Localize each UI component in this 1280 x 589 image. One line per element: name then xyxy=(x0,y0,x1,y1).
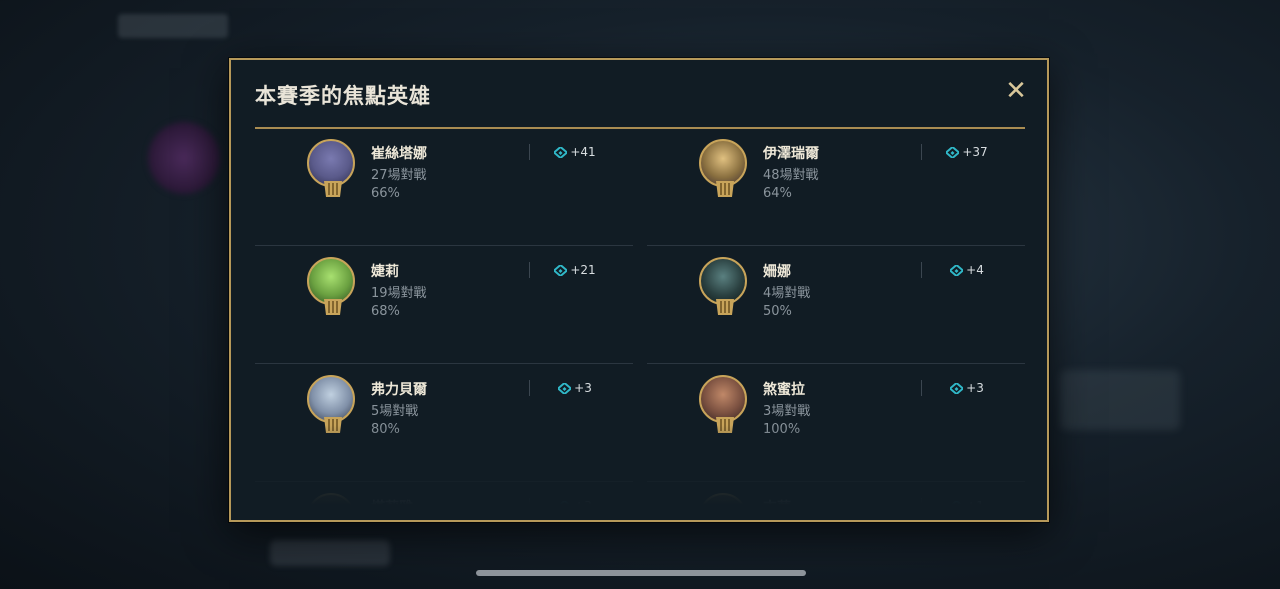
champion-avatar xyxy=(307,257,355,305)
mastery-badge-icon xyxy=(324,417,342,433)
featured-champions-dialog: 本賽季的焦點英雄 ✕ 崔絲塔娜 27場對戰 66% +41 伊澤瑞爾 48場對戰… xyxy=(229,58,1049,522)
champion-games: 19場對戰 xyxy=(371,286,427,301)
champion-win-rate: 50% xyxy=(763,304,792,319)
champion-win-rate: 80% xyxy=(371,422,400,437)
mastery-points-value: +41 xyxy=(570,145,596,159)
champion-avatar xyxy=(307,139,355,187)
mastery-badge-icon xyxy=(324,181,342,197)
vertical-divider xyxy=(529,262,530,278)
champion-avatar xyxy=(307,375,355,423)
mastery-points: +4 xyxy=(935,263,999,277)
background-profile-avatar xyxy=(148,122,220,194)
vertical-divider xyxy=(921,144,922,160)
champion-avatar xyxy=(699,375,747,423)
mastery-points-value: +4 xyxy=(966,263,984,277)
champion-item[interactable]: 塔莉雅 +3 xyxy=(255,483,633,505)
mastery-diamond-icon xyxy=(554,264,568,276)
background-button xyxy=(270,540,390,566)
champion-item[interactable]: 吉茵 +1 xyxy=(647,483,1025,505)
mastery-points: +1 xyxy=(935,499,999,505)
mastery-diamond-icon xyxy=(950,500,964,505)
mastery-diamond-icon xyxy=(946,146,960,158)
champion-name: 伊澤瑞爾 xyxy=(763,146,819,162)
mastery-points-value: +3 xyxy=(574,499,592,505)
champion-win-rate: 100% xyxy=(763,422,801,437)
champion-games: 27場對戰 xyxy=(371,168,427,183)
mastery-diamond-icon xyxy=(950,264,964,276)
mastery-points: +21 xyxy=(543,263,607,277)
champion-avatar xyxy=(699,139,747,187)
champion-item[interactable]: 煞蜜拉 3場對戰 100% +3 xyxy=(647,365,1025,482)
champion-item[interactable]: 崔絲塔娜 27場對戰 66% +41 xyxy=(255,129,633,246)
mastery-diamond-icon xyxy=(558,382,572,394)
mastery-badge-icon xyxy=(324,299,342,315)
champion-games: 3場對戰 xyxy=(763,404,811,419)
champion-item[interactable]: 弗力貝爾 5場對戰 80% +3 xyxy=(255,365,633,482)
champion-name: 弗力貝爾 xyxy=(371,382,427,398)
vertical-divider xyxy=(529,380,530,396)
mastery-points: +3 xyxy=(543,381,607,395)
mastery-diamond-icon xyxy=(950,382,964,394)
vertical-divider xyxy=(921,380,922,396)
champion-win-rate: 68% xyxy=(371,304,400,319)
champion-list[interactable]: 崔絲塔娜 27場對戰 66% +41 伊澤瑞爾 48場對戰 64% +37 婕莉… xyxy=(255,129,1025,505)
background-back-button xyxy=(118,14,228,38)
mastery-diamond-icon xyxy=(558,500,572,505)
champion-avatar xyxy=(699,257,747,305)
mastery-points-value: +1 xyxy=(966,499,984,505)
champion-name: 姍娜 xyxy=(763,264,791,280)
vertical-divider xyxy=(921,498,922,505)
champion-item[interactable]: 姍娜 4場對戰 50% +4 xyxy=(647,247,1025,364)
mastery-points: +41 xyxy=(543,145,607,159)
background-panel xyxy=(1060,370,1180,430)
vertical-divider xyxy=(529,498,530,505)
mastery-badge-icon xyxy=(716,181,734,197)
mastery-badge-icon xyxy=(716,417,734,433)
home-indicator[interactable] xyxy=(476,570,806,576)
champion-avatar xyxy=(307,493,355,505)
mastery-points-value: +21 xyxy=(570,263,596,277)
mastery-badge-icon xyxy=(716,299,734,315)
mastery-points-value: +3 xyxy=(966,381,984,395)
mastery-points: +3 xyxy=(935,381,999,395)
champion-games: 48場對戰 xyxy=(763,168,819,183)
champion-name: 吉茵 xyxy=(763,497,791,505)
mastery-points: +3 xyxy=(543,499,607,505)
champion-name: 煞蜜拉 xyxy=(763,382,805,398)
champion-games: 4場對戰 xyxy=(763,286,811,301)
mastery-diamond-icon xyxy=(554,146,568,158)
champion-win-rate: 64% xyxy=(763,186,792,201)
champion-games: 5場對戰 xyxy=(371,404,419,419)
champion-item[interactable]: 婕莉 19場對戰 68% +21 xyxy=(255,247,633,364)
mastery-points-value: +37 xyxy=(962,145,988,159)
mastery-points-value: +3 xyxy=(574,381,592,395)
champion-name: 塔莉雅 xyxy=(371,497,413,505)
mastery-points: +37 xyxy=(935,145,999,159)
vertical-divider xyxy=(921,262,922,278)
dialog-title: 本賽季的焦點英雄 xyxy=(255,84,431,108)
close-button[interactable]: ✕ xyxy=(1003,78,1029,104)
champion-avatar xyxy=(699,493,747,505)
vertical-divider xyxy=(529,144,530,160)
champion-name: 崔絲塔娜 xyxy=(371,146,427,162)
champion-win-rate: 66% xyxy=(371,186,400,201)
champion-item[interactable]: 伊澤瑞爾 48場對戰 64% +37 xyxy=(647,129,1025,246)
champion-name: 婕莉 xyxy=(371,264,399,280)
